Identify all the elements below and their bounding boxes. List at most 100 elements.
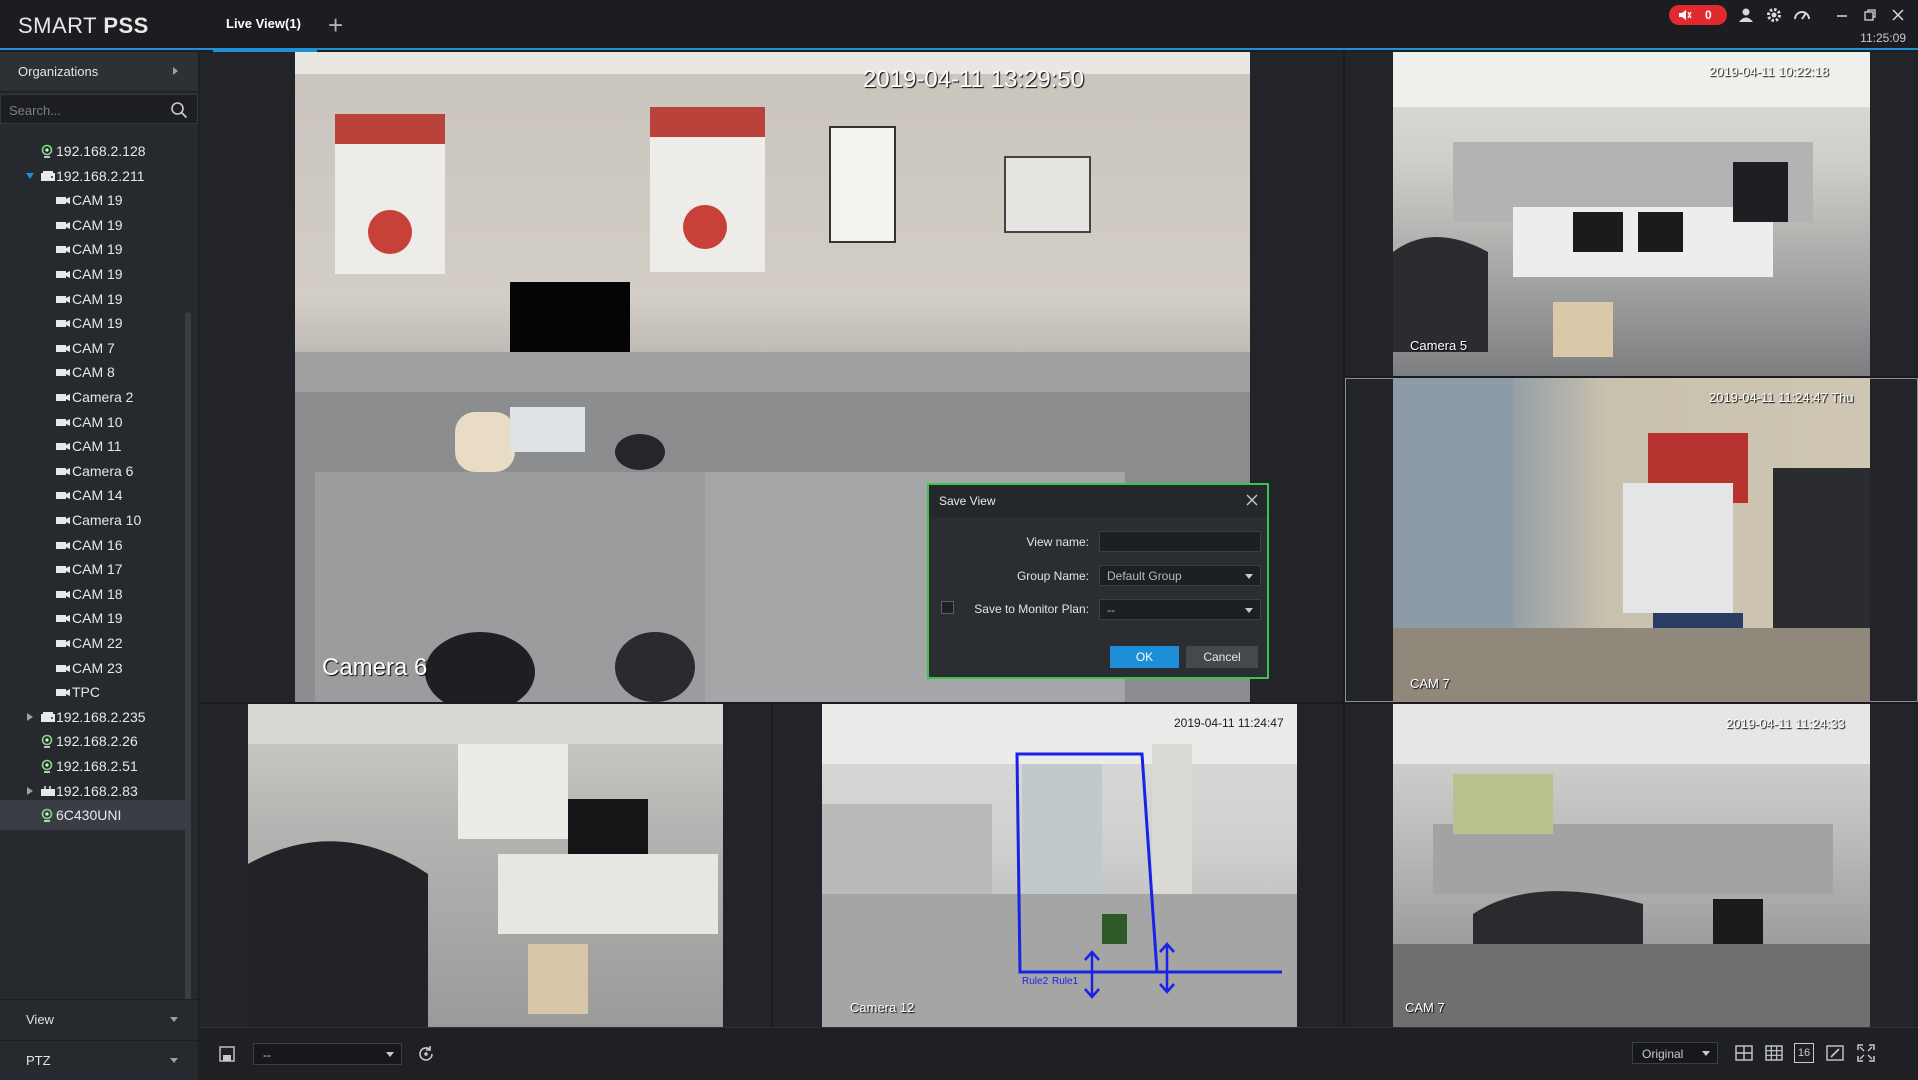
ip-camera-icon (41, 144, 53, 158)
camera-name-label: Camera 6 (322, 654, 428, 681)
chevron-down-icon (386, 1052, 394, 1057)
tree-item-label: CAM 10 (72, 413, 123, 430)
device-search (0, 94, 198, 124)
minimize-icon[interactable] (1832, 5, 1852, 25)
camera-channel-icon (56, 394, 70, 401)
view-select-value: -- (263, 1048, 271, 1062)
office-scene-image (1393, 378, 1870, 702)
tree-item-label: Camera 6 (72, 462, 134, 479)
video-tile-bottom-right[interactable]: 2019-04-11 11:24:33 CAM 7 (1345, 704, 1918, 1027)
cancel-button[interactable]: Cancel (1186, 646, 1258, 668)
tab-live-view[interactable]: Live View(1) (213, 0, 317, 52)
camera-channel-icon (56, 467, 70, 475)
nvr-device-icon (41, 711, 55, 722)
collapsed-arrow-icon[interactable] (25, 712, 35, 722)
monitor-plan-select[interactable]: -- (1099, 599, 1261, 620)
camera-timestamp: 2019-04-11 11:24:47 Thu (1709, 390, 1854, 405)
view-panel-header[interactable]: View (0, 999, 198, 1039)
layout-16-icon[interactable]: 16 (1794, 1043, 1814, 1063)
stream-ratio-select[interactable]: Original (1632, 1042, 1718, 1064)
camera-channel-icon (56, 541, 70, 549)
performance-gauge-icon[interactable] (1792, 5, 1812, 25)
stream-ratio-value: Original (1642, 1047, 1684, 1061)
video-feed: 2019-04-11 11:24:47 Rule2 Rule1 Camera 1… (822, 704, 1297, 1027)
view-name-field[interactable] (1099, 531, 1261, 552)
tree-item-label: CAM 19 (72, 610, 123, 627)
restore-icon[interactable] (1860, 5, 1880, 25)
dialog-title-bar: Save View (929, 485, 1267, 517)
tree-item-label: CAM 23 (72, 659, 123, 676)
video-tile-top-right[interactable]: 2019-04-11 10:22:18 Camera 5 (1345, 52, 1918, 376)
tree-item-label: CAM 14 (72, 487, 123, 504)
camera-timestamp: 2019-04-11 13:29:50 (863, 66, 1085, 93)
camera-channel-icon (56, 271, 70, 278)
save-view-dialog: Save View View name: Group Name: Default… (927, 483, 1269, 679)
view-select[interactable]: -- (253, 1043, 402, 1065)
tour-refresh-icon[interactable] (416, 1044, 436, 1064)
fullscreen-icon[interactable] (1856, 1043, 1876, 1063)
tree-item-label: CAM 8 (72, 364, 115, 381)
tab-live-view-label: Live View(1) (226, 16, 301, 31)
ip-camera-icon (41, 735, 53, 749)
ivs-rule-label: Rule2 (1022, 976, 1049, 987)
group-name-select[interactable]: Default Group (1099, 565, 1261, 586)
gear-icon[interactable] (1764, 5, 1784, 25)
camera-channel-icon (56, 443, 70, 451)
ip-camera-icon (41, 808, 53, 822)
video-tile-mid-right[interactable]: 2019-04-11 11:24:47 Thu CAM 7 (1345, 378, 1918, 702)
office-scene-image (248, 704, 723, 1027)
close-icon[interactable] (1245, 493, 1259, 507)
save-view-icon[interactable] (217, 1044, 237, 1064)
chevron-right-icon (173, 67, 178, 75)
monitor-plan-value: -- (1107, 603, 1115, 617)
group-name-label: Group Name: (1016, 569, 1089, 583)
tree-item-label: CAM 19 (72, 216, 123, 233)
search-icon[interactable] (169, 100, 189, 120)
tree-item-label: CAM 19 (72, 266, 123, 282)
tree-item-label: 192.168.2.211 (56, 167, 145, 184)
video-tile-bottom-middle[interactable]: 2019-04-11 11:24:47 Rule2 Rule1 Camera 1… (773, 704, 1343, 1027)
group-name-value: Default Group (1107, 569, 1182, 583)
ok-button[interactable]: OK (1110, 646, 1179, 668)
view-panel-label: View (26, 1012, 54, 1027)
live-view-toolbar: -- Original 16 (200, 1027, 1918, 1080)
custom-layout-edit-icon[interactable] (1825, 1043, 1845, 1063)
tree-item-label: Camera 2 (72, 389, 134, 405)
close-icon[interactable] (1888, 5, 1908, 25)
tree-item-label: CAM 19 (72, 315, 123, 332)
tree-device-item[interactable]: 6C430UNI (0, 800, 185, 831)
alarm-count: 0 (1705, 8, 1712, 22)
camera-channel-icon (56, 517, 70, 524)
tree-item-label: CAM 19 (72, 241, 123, 258)
layout-9-icon[interactable] (1764, 1043, 1784, 1063)
user-icon[interactable] (1736, 5, 1756, 25)
logo-text-bold: PSS (103, 13, 149, 38)
add-tab-icon[interactable]: + (328, 12, 343, 38)
device-tree: 192.168.2.128 192.168.2.211 CAM 19 CAM 19 CA… (0, 136, 185, 996)
tree-item-label: 192.168.2.26 (56, 733, 138, 750)
tree-item-label: 192.168.2.235 (56, 708, 146, 725)
video-tile-bottom-left[interactable] (200, 704, 771, 1027)
alarm-button[interactable]: 0 (1669, 5, 1727, 25)
ptz-panel-header[interactable]: PTZ (0, 1040, 198, 1080)
device-sidebar: Organizations 192.168.2.128 192.168.2.211… (0, 52, 198, 1080)
ip-camera-icon (41, 759, 53, 773)
tree-item-label: 192.168.2.128 (56, 143, 146, 159)
search-input[interactable] (9, 100, 159, 120)
tree-item-label: 6C430UNI (56, 807, 122, 824)
camera-channel-icon (56, 566, 70, 574)
camera-channel-icon (56, 197, 70, 205)
video-feed: 2019-04-11 10:22:18 Camera 5 (1393, 52, 1870, 376)
camera-channel-icon (56, 344, 70, 352)
collapsed-arrow-icon[interactable] (25, 786, 35, 796)
organizations-header[interactable]: Organizations (0, 52, 198, 92)
camera-timestamp: 2019-04-11 10:22:18 (1709, 64, 1829, 79)
expanded-arrow-icon[interactable] (25, 171, 35, 181)
chevron-down-icon (170, 1017, 178, 1022)
camera-channel-icon (56, 246, 70, 254)
tree-item-label: CAM 17 (72, 561, 123, 578)
tree-scrollbar[interactable] (185, 312, 191, 1012)
dvr-device-icon (41, 785, 55, 796)
video-feed: 2019-04-11 11:24:47 Thu CAM 7 (1393, 378, 1870, 702)
layout-4-icon[interactable] (1734, 1043, 1754, 1063)
